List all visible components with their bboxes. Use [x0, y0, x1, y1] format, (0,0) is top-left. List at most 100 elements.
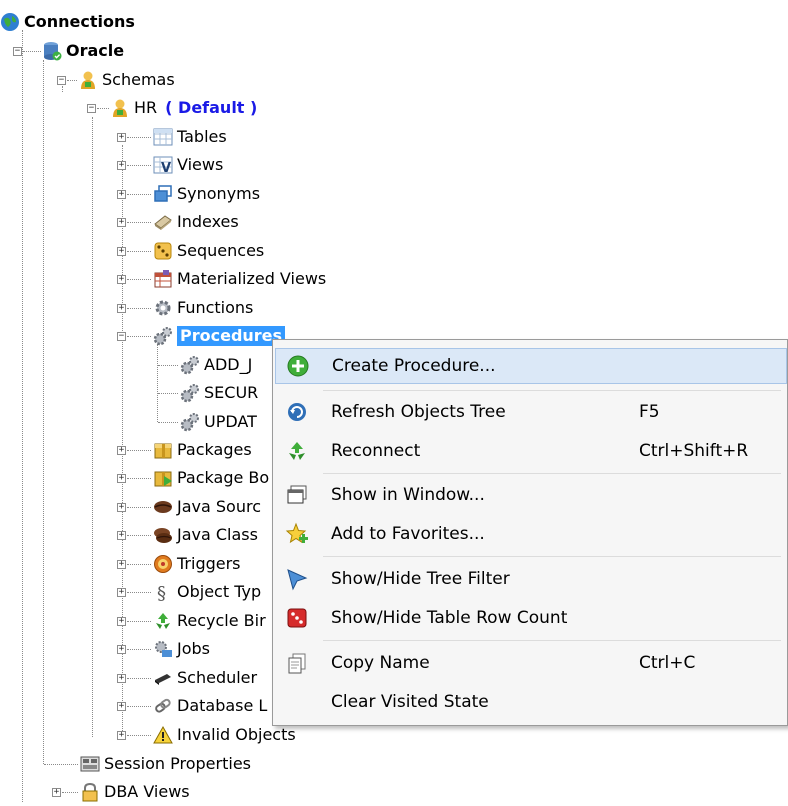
menu-item-show-hide-tree-filter[interactable]: Show/Hide Tree Filter [275, 561, 787, 597]
tree-item-recycle-bin[interactable]: Recycle Bir [153, 607, 266, 634]
index-icon [153, 212, 173, 232]
tree-label: Recycle Bir [177, 610, 266, 630]
tree-item-procedures[interactable]: Procedures [153, 322, 286, 349]
expand-toggle[interactable]: + [117, 275, 126, 284]
tree-branch [44, 764, 78, 765]
gear-icon [153, 298, 173, 318]
tree-item-procedure[interactable]: SECUR [180, 379, 258, 406]
tree-guide-line [62, 86, 63, 92]
collapse-toggle[interactable]: − [117, 332, 126, 341]
tree-item-dba-views[interactable]: DBA Views [80, 778, 190, 805]
materialized-view-icon [153, 269, 173, 289]
expand-toggle[interactable]: + [117, 674, 126, 683]
tree-label: Indexes [177, 211, 239, 231]
user-schema-icon [110, 98, 130, 118]
dice-icon [153, 241, 173, 261]
tree-item-procedure[interactable]: ADD_J [180, 351, 252, 378]
tree-item-package-bodies[interactable]: Package Bo [153, 464, 269, 491]
expand-toggle[interactable]: + [117, 161, 126, 170]
tree-label: Oracle [66, 40, 125, 60]
tree-item-hr[interactable]: HR ( Default ) [110, 94, 257, 121]
collapse-toggle[interactable]: − [57, 76, 66, 85]
expand-toggle[interactable]: + [117, 560, 126, 569]
menu-item-refresh-objects-tree[interactable]: Refresh Objects Tree F5 [275, 394, 787, 430]
coffee-bean-icon [153, 497, 173, 517]
tree-item-connections[interactable]: Connections [0, 8, 135, 35]
tree-branch [127, 678, 151, 679]
tree-branch [127, 649, 151, 650]
collapse-toggle[interactable]: − [87, 104, 96, 113]
menu-item-clear-visited-state[interactable]: Clear Visited State [275, 684, 787, 720]
tree-item-object-types[interactable]: § Object Typ [153, 578, 261, 605]
synonym-icon [153, 184, 173, 204]
tree-item-schemas[interactable]: Schemas [78, 66, 175, 93]
tree-item-functions[interactable]: Functions [153, 294, 253, 321]
expand-toggle[interactable]: + [117, 645, 126, 654]
tree-item-views[interactable]: V Views [153, 151, 223, 178]
tree-branch [158, 365, 178, 366]
expand-toggle[interactable]: + [117, 446, 126, 455]
tree-item-jobs[interactable]: Jobs [153, 635, 210, 662]
expand-toggle[interactable]: + [117, 531, 126, 540]
menu-item-add-to-favorites[interactable]: Add to Favorites... [275, 516, 787, 552]
menu-item-show-hide-row-count[interactable]: Show/Hide Table Row Count [275, 600, 787, 636]
tree-branch [127, 621, 151, 622]
expand-toggle[interactable]: + [117, 247, 126, 256]
menu-item-create-procedure[interactable]: Create Procedure... [275, 348, 787, 384]
expand-toggle[interactable]: + [117, 133, 126, 142]
expand-toggle[interactable]: + [117, 190, 126, 199]
tree-item-indexes[interactable]: Indexes [153, 208, 239, 235]
tree-label: Java Class [177, 524, 258, 544]
tree-branch [127, 251, 151, 252]
tree-item-synonyms[interactable]: Synonyms [153, 180, 260, 207]
expand-toggle[interactable]: + [117, 304, 126, 313]
tree-label: Sequences [177, 240, 265, 260]
tree-branch [158, 422, 178, 423]
expand-toggle[interactable]: + [117, 731, 126, 740]
menu-label: Create Procedure... [332, 356, 496, 376]
object-type-icon: § [153, 582, 173, 604]
tree-item-java-sources[interactable]: Java Sourc [153, 493, 261, 520]
menu-label: Show in Window... [331, 485, 485, 505]
menu-label: Copy Name [331, 653, 430, 673]
expand-toggle[interactable]: + [117, 588, 126, 597]
tree-branch [127, 308, 151, 309]
menu-item-show-in-window[interactable]: Show in Window... [275, 477, 787, 513]
collapse-toggle[interactable]: − [13, 47, 22, 56]
expand-toggle[interactable]: + [117, 474, 126, 483]
tree-branch [158, 393, 178, 394]
table-icon [153, 127, 173, 147]
tree-item-oracle[interactable]: Oracle [42, 37, 124, 64]
tree-item-tables[interactable]: Tables [153, 123, 227, 150]
menu-item-reconnect[interactable]: Reconnect Ctrl+Shift+R [275, 433, 787, 469]
tree-item-scheduler[interactable]: Scheduler [153, 664, 257, 691]
tree-item-procedure[interactable]: UPDAT [180, 408, 257, 435]
tree-label: HR [134, 97, 158, 117]
tree-branch [127, 222, 151, 223]
tree-item-packages[interactable]: Packages [153, 436, 252, 463]
tree-label: SECUR [204, 382, 259, 402]
expand-toggle[interactable]: + [52, 788, 61, 797]
tree-branch [97, 108, 109, 109]
expand-toggle[interactable]: + [117, 702, 126, 711]
tree-item-materialized-views[interactable]: Materialized Views [153, 265, 326, 292]
expand-toggle[interactable]: + [117, 218, 126, 227]
tree-item-session-properties[interactable]: Session Properties [80, 750, 251, 777]
tree-branch [127, 507, 151, 508]
tree-item-triggers[interactable]: Triggers [153, 550, 241, 577]
tree-branch [127, 450, 151, 451]
tree-item-java-classes[interactable]: Java Class [153, 521, 258, 548]
database-connected-icon [42, 41, 62, 61]
tree-label: Java Sourc [177, 496, 261, 516]
tree-item-database-links[interactable]: Database L [153, 692, 267, 719]
tree-item-sequences[interactable]: Sequences [153, 237, 264, 264]
gears-icon [180, 412, 200, 432]
expand-toggle[interactable]: + [117, 617, 126, 626]
expand-toggle[interactable]: + [117, 503, 126, 512]
tree-label: Procedures [177, 325, 286, 346]
menu-item-copy-name[interactable]: Copy Name Ctrl+C [275, 645, 787, 681]
tree-branch [127, 165, 151, 166]
tree-label: Session Properties [104, 753, 251, 773]
gears-icon [180, 355, 200, 375]
svg-text:§: § [157, 583, 166, 602]
